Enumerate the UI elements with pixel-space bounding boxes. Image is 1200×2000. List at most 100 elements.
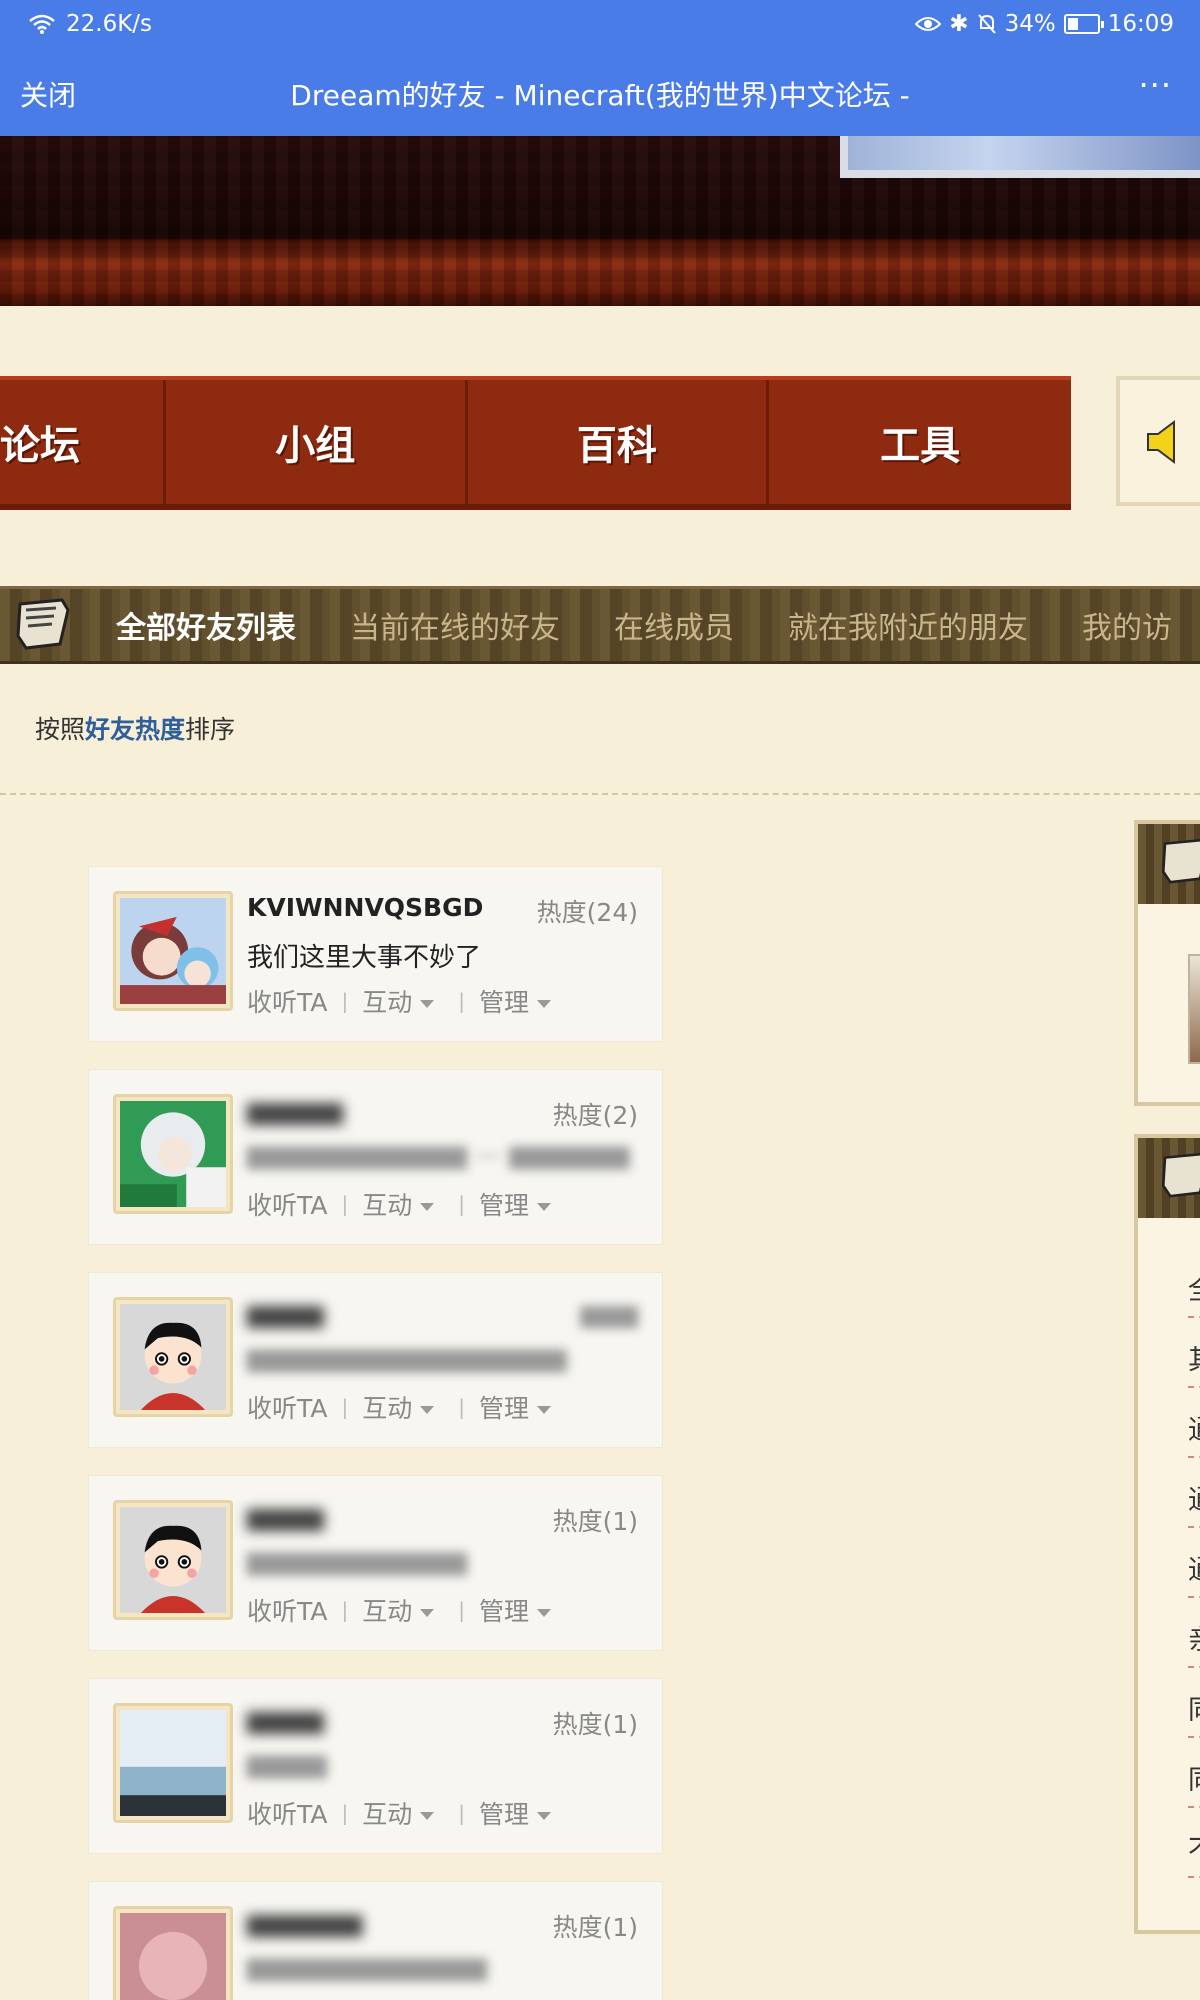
manage-label: 管理 [478,1191,529,1220]
friend-name[interactable]: ▆▆▆▆▆▆ [247,1908,362,1937]
separator: | [458,989,465,1013]
follow-link[interactable]: 收听TA [247,1186,327,1222]
friend-card: KVIWNNVQSBGD 热度(24) 我们这里大事不妙了 收听TA | 互动 … [88,866,663,1042]
tab-nearby-friends[interactable]: 就在我附近的朋友 [788,603,1028,647]
sidebar-menu-item[interactable]: 通 [1188,1408,1200,1458]
manage-dropdown[interactable]: 管理 [479,1186,551,1222]
avatar[interactable] [113,1500,233,1620]
main-nav: 论坛 小组 百科 工具 [0,376,1071,510]
sidebar-menu-item[interactable]: 同 [1188,1758,1200,1808]
speaker-icon [1147,420,1175,464]
nav-item-forum[interactable]: 论坛 [0,380,166,504]
interact-dropdown[interactable]: 互动 [362,983,435,1019]
manage-dropdown[interactable]: 管理 [479,1795,551,1831]
friend-name[interactable]: ▆▆▆▆ [247,1299,324,1328]
manage-dropdown[interactable]: 管理 [479,1592,551,1628]
tab-all-friends[interactable]: 全部好友列表 [116,603,296,647]
sidebar-menu-item[interactable]: 通 [1188,1478,1200,1528]
manage-label: 管理 [478,988,529,1017]
friend-status: ▆▆▆▆▆▆▆▆▆▆▆ [247,1546,467,1576]
manage-dropdown[interactable]: 管理 [479,983,551,1019]
manage-dropdown[interactable]: 管理 [479,1389,551,1425]
separator: | [458,1598,465,1622]
interact-label: 互动 [362,1394,413,1423]
banner-image [840,136,1200,178]
default-avatar-icon [120,1304,226,1410]
sidebar-thumbnail[interactable] [1188,954,1200,1064]
separator: | [341,1192,349,1216]
friend-name[interactable]: ▆▆▆▆ [247,1502,324,1531]
friend-name[interactable]: ▆▆▆▆ [247,1705,324,1734]
follow-link[interactable]: 收听TA [247,983,327,1019]
sidebar-menu: 全 其 通 通 通 亲 同 同 不 [1134,1134,1200,1934]
close-button[interactable]: 关闭 [20,74,76,114]
manage-label: 管理 [478,1597,529,1626]
friend-status: ▆▆▆▆▆▆▆▆▆▆▆ — ▆▆▆▆▆▆ [247,1140,630,1170]
bluetooth-icon: ✱ [949,11,969,37]
avatar[interactable] [113,891,233,1011]
nav-item-wiki[interactable]: 百科 [468,380,770,504]
tab-online-members[interactable]: 在线成员 [614,603,734,647]
sidebar-menu-item[interactable]: 其 [1188,1338,1200,1388]
friend-name[interactable]: KVIWNNVQSBGD [247,893,483,922]
sort-by-heat-link[interactable]: 好友热度 [85,715,185,744]
follow-link[interactable]: 收听TA [247,1592,327,1628]
app-top-bar: 22.6K/s ✱ 34% 16:09 关闭 Dreeam的好友 - Minec… [0,0,1200,136]
scroll-icon [1161,1152,1200,1198]
interact-dropdown[interactable]: 互动 [362,1795,435,1831]
avatar[interactable] [113,1297,233,1417]
friend-heat: ▆▆▆ [580,1299,638,1328]
friend-status: ▆▆▆▆▆▆▆▆▆▆▆▆ [247,1952,487,1982]
interact-dropdown[interactable]: 互动 [362,1389,435,1425]
caret-down-icon [536,1812,551,1820]
avatar-image [120,898,226,1004]
nav-item-groups[interactable]: 小组 [166,380,468,504]
friend-actions: 收听TA | 互动 | 管理 [247,983,551,1019]
sidebar-menu-item[interactable]: 不 [1188,1828,1200,1878]
sidebar-menu-item[interactable]: 全 [1188,1268,1200,1318]
tab-online-friends[interactable]: 当前在线的好友 [350,603,560,647]
friend-name[interactable]: ▆▆▆▆▆ [247,1096,343,1125]
sort-line: 按照好友热度排序 [35,710,235,746]
tab-my-visitors[interactable]: 我的访 [1082,603,1172,647]
avatar[interactable] [113,1703,233,1823]
divider [0,793,1200,795]
title-bar: 关闭 Dreeam的好友 - Minecraft(我的世界)中文论坛 - ··· [0,60,1200,130]
friend-list: KVIWNNVQSBGD 热度(24) 我们这里大事不妙了 收听TA | 互动 … [88,866,663,2000]
avatar[interactable] [113,1906,233,2000]
sidebar-menu-item[interactable]: 同 [1188,1688,1200,1738]
caret-down-icon [420,1406,435,1414]
status-bar: 22.6K/s ✱ 34% 16:09 [0,0,1200,50]
eye-icon [915,17,942,31]
manage-label: 管理 [478,1800,529,1829]
avatar-image [120,1710,226,1816]
sort-prefix: 按照 [35,715,86,744]
separator: | [341,1598,349,1622]
interact-label: 互动 [362,1800,413,1829]
scroll-icon [1161,838,1200,884]
sidebar-menu-header [1138,1138,1200,1218]
follow-link[interactable]: 收听TA [247,1389,327,1425]
avatar[interactable] [113,1094,233,1214]
sidebar-menu-item[interactable]: 亲 [1188,1618,1200,1668]
friend-actions: 收听TA | 互动 | 管理 [247,1186,551,1222]
interact-label: 互动 [362,988,413,1017]
separator: | [341,989,349,1013]
caret-down-icon [420,1609,435,1617]
separator: | [458,1801,465,1825]
mute-bell-icon [977,14,996,34]
friend-status: 我们这里大事不妙了 [247,943,482,973]
caret-down-icon [536,1406,551,1414]
announcement-box[interactable] [1116,376,1200,506]
friend-card: ▆▆▆▆ ▆▆▆ ▆▆▆▆▆▆▆▆▆▆▆▆▆▆▆▆ 收听TA | 互动 | 管理 [88,1272,663,1448]
sidebar-menu-item[interactable]: 通 [1188,1548,1200,1598]
interact-dropdown[interactable]: 互动 [362,1186,435,1222]
friend-heat: 热度(1) [552,1913,638,1942]
avatar-image [120,1101,226,1207]
wifi-icon [29,14,55,34]
friend-heat: 热度(24) [536,898,638,927]
more-menu-button[interactable]: ··· [1138,66,1172,104]
interact-dropdown[interactable]: 互动 [362,1592,435,1628]
follow-link[interactable]: 收听TA [247,1795,327,1831]
nav-item-tools[interactable]: 工具 [769,380,1071,504]
